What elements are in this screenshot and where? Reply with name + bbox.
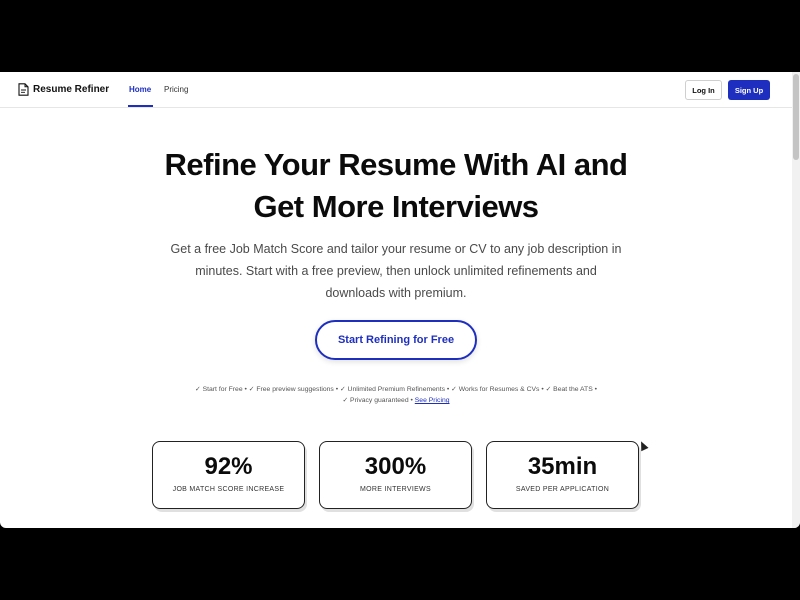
mouse-cursor-icon bbox=[637, 439, 649, 452]
active-tab-indicator bbox=[128, 105, 153, 107]
signup-button[interactable]: Sign Up bbox=[728, 80, 770, 100]
feature-list-line-1: ✓ Start for Free • ✓ Free preview sugges… bbox=[195, 386, 597, 393]
see-pricing-link[interactable]: See Pricing bbox=[415, 397, 450, 404]
stat-value: 92% bbox=[204, 453, 253, 480]
document-icon bbox=[18, 83, 29, 96]
hero-title-line-1: Refine Your Resume With AI and bbox=[164, 147, 629, 182]
stat-value: 35min bbox=[527, 453, 598, 480]
feature-list-line-2: ✓ Privacy guaranteed • bbox=[342, 397, 413, 404]
stat-card-interviews: 300% MORE INTERVIEWS bbox=[319, 441, 472, 509]
browser-viewport: Resume Refiner Home Pricing Log In Sign … bbox=[0, 72, 800, 528]
start-refining-button[interactable]: Start Refining for Free bbox=[315, 320, 477, 360]
scrollbar[interactable] bbox=[792, 72, 800, 528]
login-button[interactable]: Log In bbox=[685, 80, 722, 100]
hero-title: Refine Your Resume With AI and Get More … bbox=[0, 144, 792, 228]
stat-label: JOB MATCH SCORE INCREASE bbox=[172, 486, 285, 493]
stat-card-match-score: 92% JOB MATCH SCORE INCREASE bbox=[152, 441, 305, 509]
brand-name: Resume Refiner bbox=[33, 84, 110, 95]
nav-link-home[interactable]: Home bbox=[129, 85, 151, 94]
hero-subtitle: Get a free Job Match Score and tailor yo… bbox=[170, 242, 622, 300]
brand-logo[interactable]: Resume Refiner bbox=[18, 83, 109, 96]
stat-value: 300% bbox=[364, 453, 427, 480]
nav-link-pricing[interactable]: Pricing bbox=[164, 85, 188, 94]
stat-label: MORE INTERVIEWS bbox=[360, 486, 431, 493]
feature-list: ✓ Start for Free • ✓ Free preview sugges… bbox=[140, 384, 652, 406]
scrollbar-thumb[interactable] bbox=[793, 74, 799, 160]
stat-card-time-saved: 35min SAVED PER APPLICATION bbox=[486, 441, 639, 509]
stat-label: SAVED PER APPLICATION bbox=[515, 486, 610, 493]
top-navbar: Resume Refiner Home Pricing Log In Sign … bbox=[0, 72, 792, 108]
hero-title-line-2: Get More Interviews bbox=[253, 189, 539, 224]
